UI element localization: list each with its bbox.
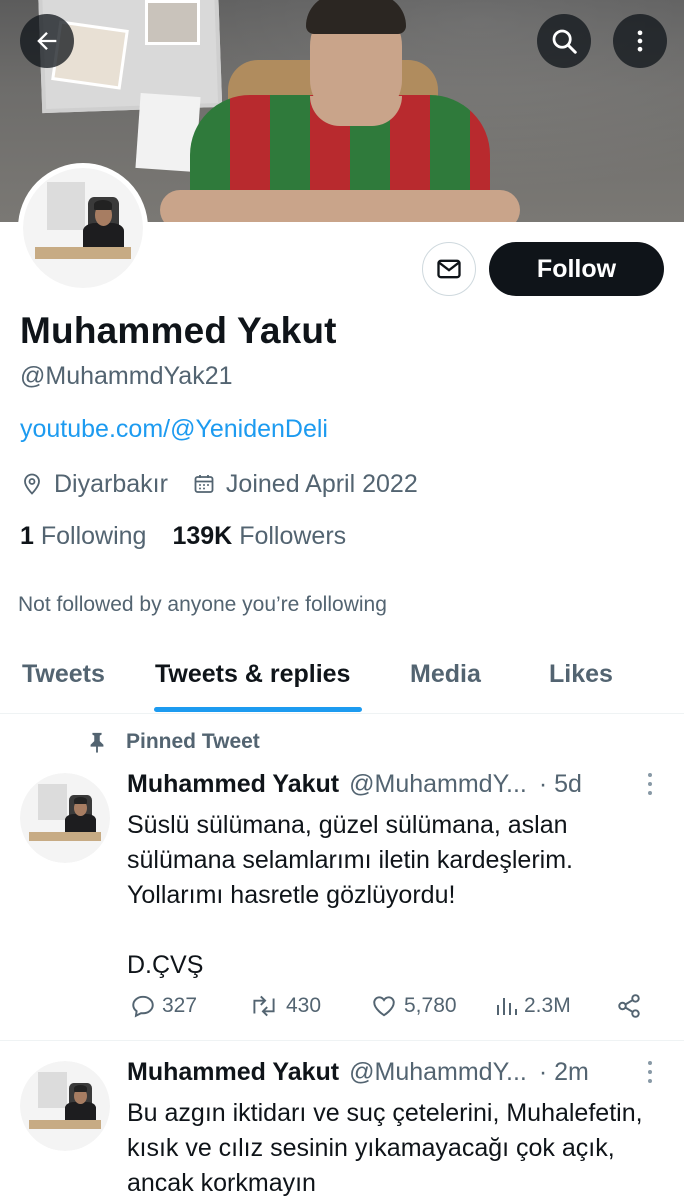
profile-handle: @MuhammdYak21 [20, 362, 233, 390]
avatar-desk [29, 832, 101, 842]
tweet-author-name[interactable]: Muhammed Yakut [127, 1058, 339, 1087]
retweet-count: 430 [286, 994, 322, 1017]
tweet-more-icon[interactable] [640, 1058, 660, 1086]
tweet-header: Muhammed Yakut @MuhammdY... · 2m [127, 1058, 589, 1087]
tweet-time[interactable]: · 5d [539, 770, 582, 799]
following-label: Following [40, 522, 147, 550]
calendar-icon [192, 472, 216, 496]
retweet-icon [253, 995, 275, 1017]
avatar-hair [94, 200, 113, 210]
pinned-text: Pinned Tweet [126, 730, 260, 753]
profile-link[interactable]: youtube.com/@YenidenDeli [20, 415, 328, 444]
tweet-author-handle[interactable]: @MuhammdY... [349, 770, 527, 799]
tweet-more-icon[interactable] [640, 770, 660, 798]
banner-person-hands [160, 190, 520, 222]
views-chart-icon [497, 998, 517, 1015]
profile-tabs: Tweets Tweets & replies Media Likes [0, 650, 684, 714]
back-button[interactable] [20, 14, 74, 68]
join-date-text: Joined April 2022 [225, 469, 418, 498]
tweet-actions: 327 430 5,780 2.3M [130, 993, 650, 1023]
follow-button[interactable]: Follow [489, 242, 664, 296]
tab-tweets-replies[interactable]: Tweets & replies [155, 660, 350, 689]
tweet-text: Süslü sülümana, güzel sülümana, aslan sü… [127, 811, 573, 979]
location-text: Diyarbakır [54, 469, 168, 498]
avatar-hair [73, 797, 88, 805]
profile-meta: Diyarbakır Joined April 2022 [20, 468, 442, 500]
more-options-button[interactable] [613, 14, 667, 68]
location-pin-icon [20, 472, 44, 496]
tweet-avatar[interactable] [20, 773, 110, 863]
share-button[interactable] [616, 993, 648, 1019]
more-vertical-icon [637, 30, 643, 52]
followers-label: Followers [239, 522, 347, 550]
pin-icon [86, 730, 108, 754]
reply-count: 327 [162, 994, 198, 1017]
tweet[interactable]: Muhammed Yakut @MuhammdY... · 5d Süslü s… [0, 770, 684, 1035]
share-icon [618, 994, 640, 1018]
tweet-header: Muhammed Yakut @MuhammdY... · 5d [127, 770, 582, 799]
location: Diyarbakır [20, 470, 168, 499]
avatar-board [38, 1071, 67, 1108]
followers-link[interactable]: 139K Followers [172, 522, 346, 551]
tweet-author-handle[interactable]: @MuhammdY... [349, 1058, 527, 1087]
tab-likes[interactable]: Likes [549, 660, 613, 689]
follow-counts: 1 Following 139K Followers [20, 522, 372, 551]
avatar-hair [73, 1085, 88, 1093]
profile-avatar[interactable] [18, 163, 148, 293]
banner-photo [145, 0, 200, 45]
avatar-body [83, 223, 124, 250]
search-icon [552, 29, 577, 54]
retweet-button[interactable]: 430 [248, 993, 321, 1019]
avatar-body [65, 1102, 96, 1123]
avatar-image [23, 168, 143, 288]
profile-name: Muhammed Yakut [20, 310, 337, 351]
tab-tweets[interactable]: Tweets [22, 660, 105, 689]
tweet-divider [0, 1040, 684, 1041]
banner-person-hair [306, 0, 406, 34]
message-button[interactable] [422, 242, 476, 296]
tweet[interactable]: Muhammed Yakut @MuhammdY... · 2m Bu azgı… [0, 1058, 684, 1200]
avatar-body [65, 814, 96, 835]
avatar-board [47, 182, 86, 231]
avatar-image [20, 1061, 110, 1151]
views-count: 2.3M [524, 994, 571, 1017]
tweet-time[interactable]: · 2m [539, 1058, 589, 1087]
active-tab-indicator [154, 707, 362, 712]
reply-icon [132, 995, 154, 1018]
tweet-author-name[interactable]: Muhammed Yakut [127, 770, 339, 799]
tab-media[interactable]: Media [410, 660, 481, 689]
not-followed-notice: Not followed by anyone you’re following [18, 593, 387, 616]
avatar-image [20, 773, 110, 863]
heart-icon [373, 996, 395, 1017]
search-button[interactable] [537, 14, 591, 68]
avatar-desk [35, 247, 131, 260]
mail-icon [437, 259, 461, 279]
followers-count: 139K [172, 522, 233, 550]
following-count: 1 [20, 522, 34, 550]
like-button[interactable]: 5,780 [370, 993, 457, 1019]
following-link[interactable]: 1 Following [20, 522, 146, 551]
pinned-tweet-label: Pinned Tweet [86, 730, 260, 754]
views-button[interactable]: 2.3M [494, 993, 571, 1019]
avatar-board [38, 783, 67, 820]
tweet-avatar[interactable] [20, 1061, 110, 1151]
join-date: Joined April 2022 [192, 470, 418, 499]
avatar-desk [29, 1120, 101, 1130]
arrow-left-icon [37, 32, 57, 50]
reply-button[interactable]: 327 [130, 993, 197, 1019]
tweet-text: Bu azgın iktidarı ve suç çetelerini, Muh… [127, 1099, 643, 1197]
like-count: 5,780 [404, 994, 457, 1017]
